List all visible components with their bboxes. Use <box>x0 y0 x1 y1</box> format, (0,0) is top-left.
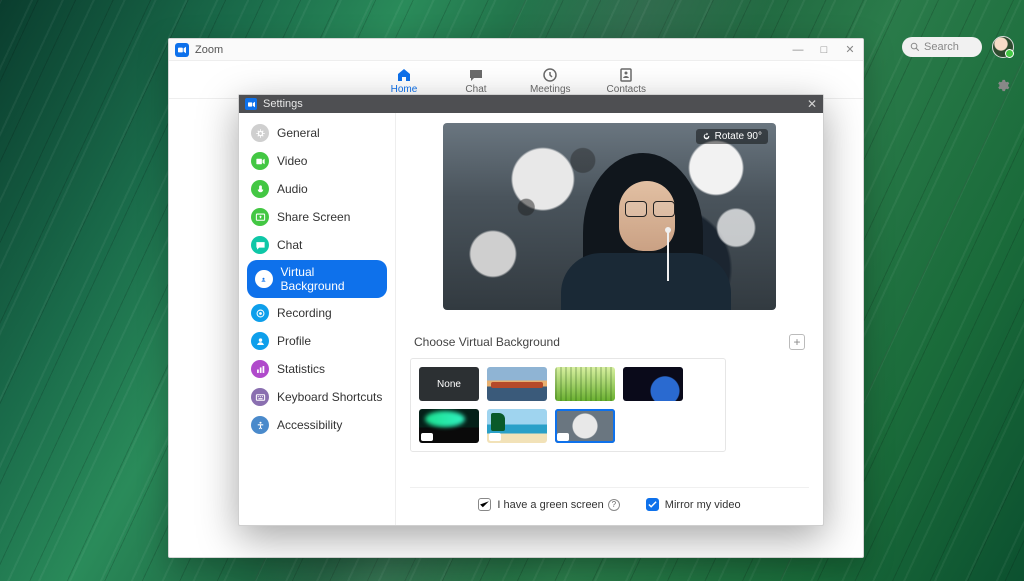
settings-titlebar: Settings ✕ <box>239 95 823 113</box>
settings-gear-button[interactable] <box>995 78 1010 98</box>
tab-chat[interactable]: Chat <box>454 61 498 98</box>
camera-icon <box>489 433 501 441</box>
bg-thumb-grass[interactable] <box>555 367 615 401</box>
settings-close-button[interactable]: ✕ <box>807 98 817 110</box>
search-input[interactable]: Search <box>902 37 982 57</box>
sidebar-item-share-screen[interactable]: Share Screen <box>239 203 395 231</box>
audio-icon <box>251 180 269 198</box>
profile-avatar[interactable] <box>992 36 1014 58</box>
mirror-video-checkbox[interactable]: Mirror my video <box>646 498 741 511</box>
video-preview: Rotate 90° <box>443 123 776 310</box>
recording-icon <box>251 304 269 322</box>
share-screen-icon <box>251 208 269 226</box>
sidebar-item-accessibility[interactable]: Accessibility <box>239 411 395 439</box>
window-title: Zoom <box>195 44 223 56</box>
settings-sidebar: GeneralVideoAudioShare ScreenChatVirtual… <box>239 113 396 525</box>
keyboard-shortcuts-icon <box>251 388 269 406</box>
bg-thumb-bridge[interactable] <box>487 367 547 401</box>
accessibility-icon <box>251 416 269 434</box>
settings-title: Settings <box>263 98 303 110</box>
bg-thumb-earth[interactable] <box>623 367 683 401</box>
settings-footer: I have a green screen ? Mirror my video <box>410 487 809 519</box>
bg-thumb-aurora[interactable] <box>419 409 479 443</box>
search-placeholder: Search <box>924 41 959 53</box>
chat-icon <box>468 67 484 83</box>
camera-icon <box>421 433 433 441</box>
settings-window: Settings ✕ GeneralVideoAudioShare Screen… <box>238 94 824 526</box>
tab-home[interactable]: Home <box>382 61 426 98</box>
sidebar-item-keyboard-shortcuts[interactable]: Keyboard Shortcuts <box>239 383 395 411</box>
rotate-icon <box>702 132 711 141</box>
statistics-icon <box>251 360 269 378</box>
close-button[interactable]: ✕ <box>843 43 857 57</box>
green-screen-checkbox[interactable]: I have a green screen ? <box>478 498 619 511</box>
choose-background-label: Choose Virtual Background <box>414 335 560 349</box>
profile-icon <box>251 332 269 350</box>
tab-meetings[interactable]: Meetings <box>526 61 575 98</box>
search-icon <box>910 42 920 52</box>
titlebar: Zoom — □ ✕ <box>169 39 863 61</box>
sidebar-item-statistics[interactable]: Statistics <box>239 355 395 383</box>
rotate-button[interactable]: Rotate 90° <box>696 129 768 144</box>
help-icon[interactable]: ? <box>608 499 620 511</box>
sidebar-item-profile[interactable]: Profile <box>239 327 395 355</box>
settings-app-icon <box>245 98 257 110</box>
sidebar-item-video[interactable]: Video <box>239 147 395 175</box>
sidebar-item-audio[interactable]: Audio <box>239 175 395 203</box>
contacts-icon <box>618 67 634 83</box>
maximize-button[interactable]: □ <box>817 43 831 57</box>
minimize-button[interactable]: — <box>791 43 805 57</box>
virtual-background-icon <box>255 270 273 288</box>
tab-contacts[interactable]: Contacts <box>603 61 650 98</box>
bg-thumb-none[interactable]: None <box>419 367 479 401</box>
camera-icon <box>557 433 569 441</box>
sidebar-item-virtual-background[interactable]: Virtual Background <box>247 260 387 298</box>
sidebar-item-recording[interactable]: Recording <box>239 299 395 327</box>
add-background-button[interactable]: + <box>789 334 805 350</box>
bg-thumb-beach[interactable] <box>487 409 547 443</box>
meetings-icon <box>542 67 558 83</box>
settings-content: Rotate 90° Choose Virtual Background + N… <box>396 113 823 525</box>
zoom-app-icon <box>175 43 189 57</box>
bg-thumb-blossom[interactable] <box>555 409 615 443</box>
home-icon <box>396 67 412 83</box>
chat-icon <box>251 236 269 254</box>
background-thumbnails: None <box>410 358 726 452</box>
sidebar-item-general[interactable]: General <box>239 119 395 147</box>
general-icon <box>251 124 269 142</box>
video-icon <box>251 152 269 170</box>
sidebar-item-chat[interactable]: Chat <box>239 231 395 259</box>
